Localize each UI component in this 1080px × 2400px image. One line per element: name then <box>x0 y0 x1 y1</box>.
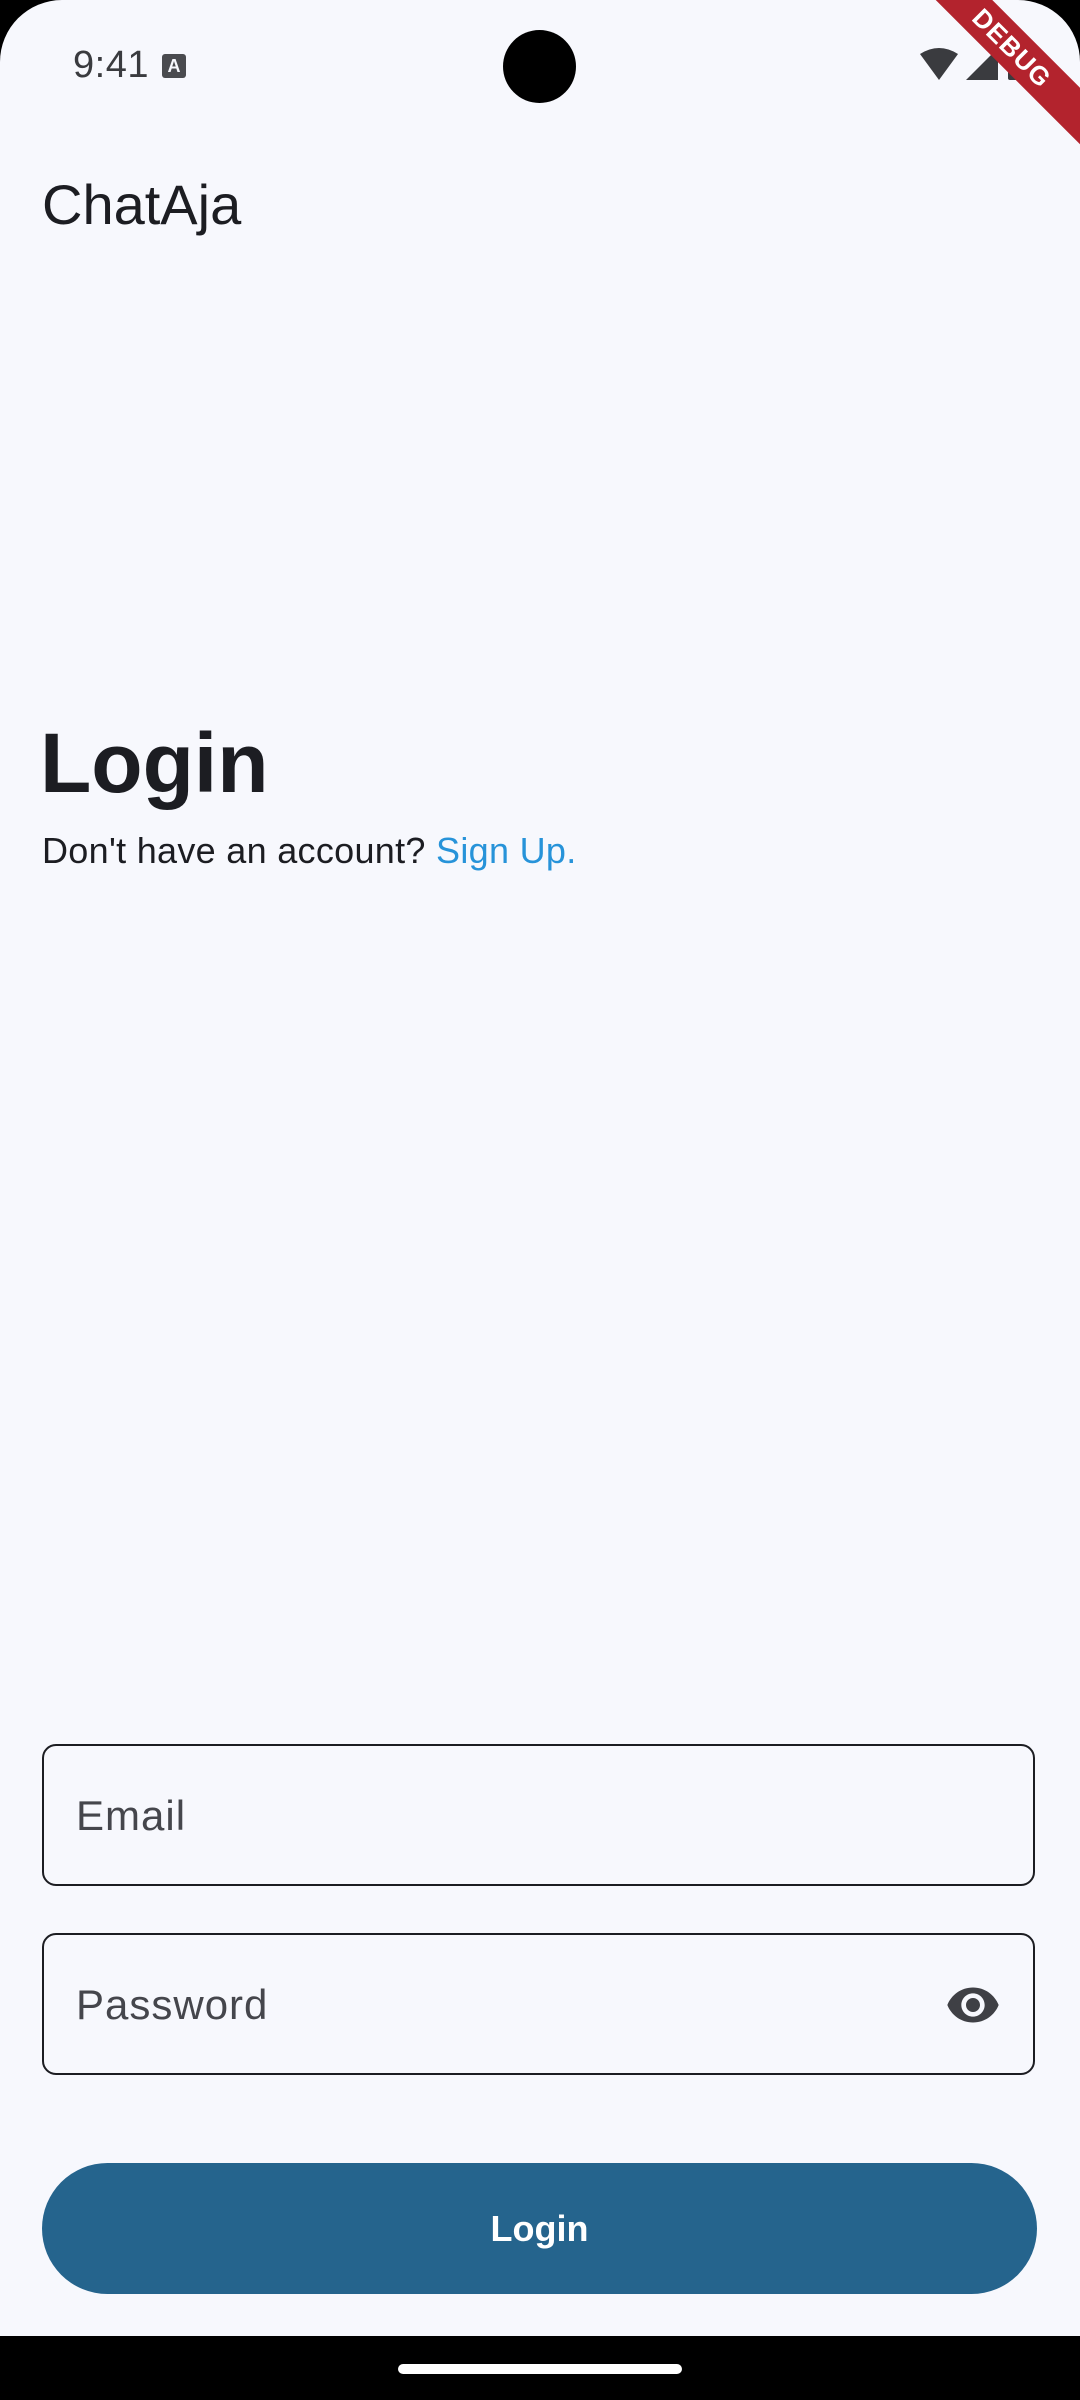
login-button[interactable]: Login <box>42 2163 1037 2294</box>
email-field-container[interactable] <box>42 1744 1035 1886</box>
navigation-handle[interactable] <box>398 2364 682 2374</box>
password-field-container[interactable] <box>42 1933 1035 2075</box>
status-time: 9:41 <box>73 44 149 86</box>
app-title: ChatAja <box>42 173 242 236</box>
password-field[interactable] <box>74 1935 958 2075</box>
wifi-icon <box>920 48 958 80</box>
signup-link[interactable]: Sign Up. <box>436 830 576 871</box>
email-field[interactable] <box>74 1746 958 1886</box>
signup-prompt: Don't have an account? Sign Up. <box>42 830 577 872</box>
page-title: Login <box>40 716 269 810</box>
app-screen: 9:41 A DEBUG ChatAja Login Don't have an… <box>0 0 1080 2336</box>
keyboard-indicator-icon: A <box>162 54 186 78</box>
eye-icon[interactable] <box>943 1977 1003 2033</box>
camera-cutout <box>503 30 576 103</box>
signup-prompt-text: Don't have an account? <box>42 830 437 871</box>
